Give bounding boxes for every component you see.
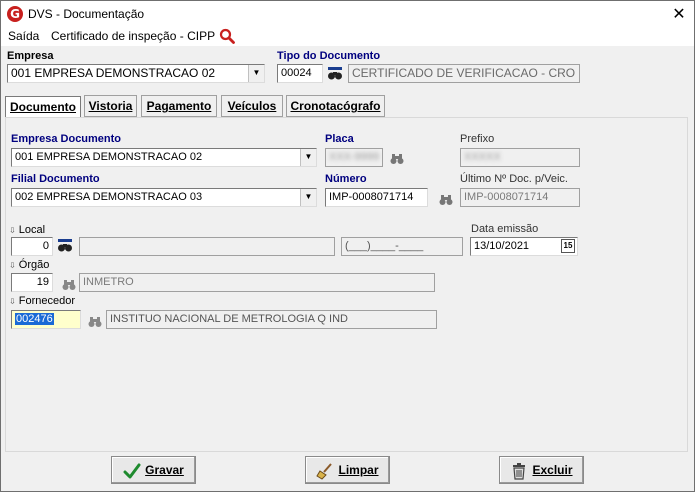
local-label: Local — [18, 224, 46, 236]
filial-documento-select[interactable]: 002 EMPRESA DEMONSTRACAO 03 ▼ — [11, 188, 317, 207]
data-emissao-label: Data emissão — [471, 223, 539, 235]
empresa-documento-select[interactable]: 001 EMPRESA DEMONSTRACAO 02 ▼ — [11, 148, 317, 167]
arrow-down-icon: ⇩ — [9, 297, 16, 306]
local-label-group: ⇩ Local — [9, 224, 45, 236]
search-icon[interactable] — [219, 28, 235, 44]
orgao-label-group: ⇩ Órgão — [9, 259, 49, 271]
filial-documento-value: 002 EMPRESA DEMONSTRACAO 03 — [15, 191, 203, 203]
close-button[interactable]: ✕ — [664, 1, 694, 26]
window-title: DVS - Documentação — [28, 7, 145, 21]
chevron-down-icon[interactable]: ▼ — [248, 65, 264, 82]
data-emissao-value: 13/10/2021 — [474, 240, 530, 252]
placa-value: XXX-9999 — [329, 151, 380, 163]
binoculars-icon[interactable] — [327, 66, 343, 82]
numero-input[interactable]: IMP-0008071714 — [325, 188, 428, 207]
fornecedor-value: 002476 — [15, 313, 54, 325]
orgao-label: Órgão — [18, 259, 50, 271]
prefixo-label: Prefixo — [460, 133, 495, 145]
menu-bar: Saída Certificado de inspeção - CIPP — [1, 26, 694, 46]
title-bar: G DVS - Documentação ✕ — [1, 1, 694, 26]
empresa-select-value: 001 EMPRESA DEMONSTRACAO 02 — [11, 66, 216, 80]
fornecedor-label: Fornecedor — [18, 295, 76, 307]
broom-icon — [316, 462, 334, 480]
empresa-documento-value: 001 EMPRESA DEMONSTRACAO 02 — [15, 151, 203, 163]
orgao-desc: INMETRO — [79, 273, 435, 292]
tab-documento[interactable]: Documento — [5, 96, 81, 119]
fornecedor-input[interactable]: 002476 — [11, 310, 81, 329]
limpar-button[interactable]: Limpar — [305, 456, 390, 484]
tab-pagamento[interactable]: Pagamento — [141, 95, 217, 117]
chevron-down-icon[interactable]: ▼ — [300, 189, 316, 206]
empresa-label: Empresa — [7, 50, 54, 62]
menu-item-cipp[interactable]: Certificado de inspeção - CIPP — [51, 29, 215, 43]
trash-icon — [510, 462, 528, 480]
checkmark-icon — [123, 462, 141, 480]
ultimo-doc-label: Último Nº Doc. p/Veic. — [460, 173, 568, 185]
binoculars-icon[interactable] — [62, 279, 76, 291]
tab-cronotacografo[interactable]: Cronotacógrafo — [286, 95, 385, 117]
local-phone: (___)____-____ — [341, 237, 463, 256]
calendar-icon[interactable]: 15 — [561, 239, 575, 253]
binoculars-icon[interactable] — [439, 194, 453, 206]
prefixo-field: XXXXX — [460, 148, 580, 167]
excluir-label: Excluir — [532, 463, 573, 477]
prefixo-value: XXXXX — [464, 151, 501, 163]
local-input[interactable]: 0 — [11, 237, 53, 256]
gravar-button[interactable]: Gravar — [111, 456, 196, 484]
menu-item-saida[interactable]: Saída — [8, 29, 39, 43]
tab-veiculos[interactable]: Veículos — [221, 95, 283, 117]
tipo-documento-code-input[interactable]: 00024 — [277, 64, 323, 83]
chevron-down-icon[interactable]: ▼ — [300, 149, 316, 166]
empresa-documento-label: Empresa Documento — [11, 133, 122, 145]
placa-field: XXX-9999 — [325, 148, 383, 167]
local-desc — [79, 237, 335, 256]
empresa-select[interactable]: 001 EMPRESA DEMONSTRACAO 02 ▼ — [7, 64, 265, 83]
filial-documento-label: Filial Documento — [11, 173, 100, 185]
numero-label: Número — [325, 173, 367, 185]
limpar-label: Limpar — [338, 463, 379, 477]
gravar-label: Gravar — [145, 463, 184, 477]
fornecedor-desc: INSTITUO NACIONAL DE METROLOGIA Q IND — [106, 310, 437, 329]
ultimo-doc-field: IMP-0008071714 — [460, 188, 580, 207]
placa-label: Placa — [325, 133, 354, 145]
orgao-input[interactable]: 19 — [11, 273, 53, 292]
binoculars-icon[interactable] — [57, 238, 73, 254]
tab-vistoria[interactable]: Vistoria — [84, 95, 137, 117]
tipo-documento-desc: CERTIFICADO DE VERIFICACAO - CRO — [348, 64, 580, 83]
binoculars-icon[interactable] — [390, 153, 404, 165]
tipo-documento-label: Tipo do Documento — [277, 50, 381, 62]
data-emissao-input[interactable]: 13/10/2021 15 — [470, 237, 578, 256]
excluir-button[interactable]: Excluir — [499, 456, 584, 484]
main-window: G DVS - Documentação ✕ Saída Certificado… — [0, 0, 695, 492]
fornecedor-label-group: ⇩ Fornecedor — [9, 295, 75, 307]
app-logo-icon: G — [7, 6, 23, 22]
arrow-down-icon: ⇩ — [9, 261, 16, 270]
arrow-down-icon: ⇩ — [9, 226, 16, 235]
binoculars-icon[interactable] — [88, 316, 102, 328]
